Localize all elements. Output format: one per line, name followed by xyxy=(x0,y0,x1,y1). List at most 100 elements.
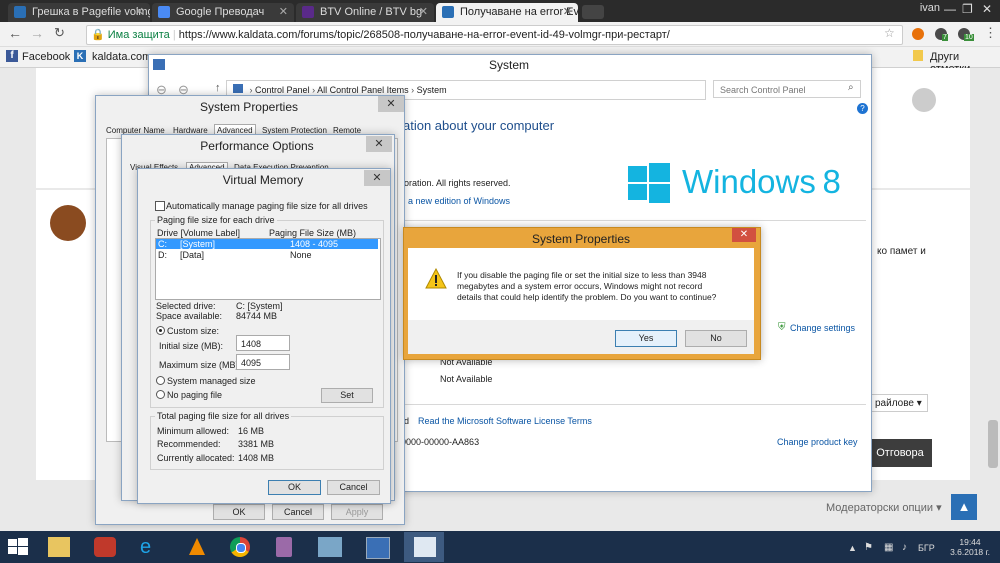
tab-3-label: BTV Online / BTV bg xyxy=(320,6,423,18)
volume-icon[interactable]: ♪ xyxy=(902,542,907,553)
scroll-top-button[interactable]: ▲ xyxy=(951,494,977,520)
avatar[interactable] xyxy=(50,205,86,241)
close-window-icon[interactable]: ✕ xyxy=(982,2,992,16)
windows-start-icon[interactable] xyxy=(8,538,28,556)
custom-size-radio[interactable] xyxy=(156,326,165,335)
recommended-label: Recommended: xyxy=(157,439,221,449)
secure-label: Има защита xyxy=(107,29,170,41)
section-divider xyxy=(396,220,866,221)
auto-manage-label: Automatically manage paging file size fo… xyxy=(166,201,368,211)
change-product-key-link[interactable]: Change product key xyxy=(777,437,858,447)
tab-2[interactable]: Google Преводач ✕ xyxy=(152,3,294,22)
yes-button[interactable]: Yes xyxy=(615,330,677,347)
tab-2-label: Google Преводач xyxy=(176,6,265,18)
tray-arrow-icon[interactable]: ▲ xyxy=(848,543,857,553)
post-text-fragment: ко памет и xyxy=(877,246,926,257)
language-indicator[interactable]: БГР xyxy=(918,543,935,553)
close-icon[interactable]: ✕ xyxy=(366,136,392,152)
kaldata-favicon-icon xyxy=(442,6,454,18)
no-paging-label: No paging file xyxy=(167,390,223,400)
close-icon[interactable]: ✕ xyxy=(378,96,404,112)
performance-options-title: Performance Options xyxy=(200,139,314,153)
star-icon[interactable]: ☆ xyxy=(884,26,895,40)
maximum-size-input[interactable]: 4095 xyxy=(236,354,290,370)
app-icon[interactable] xyxy=(276,537,292,557)
close-icon[interactable]: ✕ xyxy=(563,3,572,22)
cancel-button[interactable]: Cancel xyxy=(327,480,380,495)
attach-files-button[interactable]: райлове ▾ xyxy=(870,394,928,412)
search-input[interactable]: Search Control Panel xyxy=(713,80,861,98)
url-text: https://www.kaldata.com/forums/topic/268… xyxy=(178,29,670,41)
search-icon[interactable]: ⌕ xyxy=(848,82,854,93)
back-icon[interactable]: ← xyxy=(8,25,22,41)
group-label-total: Total paging file size for all drives xyxy=(155,411,292,421)
vlc-icon[interactable] xyxy=(186,537,208,557)
profile-name[interactable]: ivan xyxy=(920,2,940,14)
scrollbar-thumb[interactable] xyxy=(988,420,998,468)
menu-icon[interactable]: ⋮ xyxy=(984,25,997,41)
address-bar[interactable]: 🔒 Има защита | https://www.kaldata.com/f… xyxy=(86,25,903,45)
system-managed-radio[interactable] xyxy=(156,376,165,385)
like-icon[interactable] xyxy=(912,88,936,112)
bookmark-facebook[interactable]: Facebook xyxy=(22,51,70,63)
btv-favicon-icon xyxy=(302,6,314,18)
initial-size-input[interactable]: 1408 xyxy=(236,335,290,351)
apply-button[interactable]: Apply xyxy=(331,504,383,520)
flag-icon[interactable]: ⚑ xyxy=(864,542,873,553)
system-managed-label: System managed size xyxy=(167,376,256,386)
breadcrumb-item[interactable]: System xyxy=(417,85,447,95)
close-icon[interactable]: ✕ xyxy=(135,3,144,22)
tab-3[interactable]: BTV Online / BTV bg ✕ xyxy=(296,3,434,22)
alert-message-line: details that could help identify the pro… xyxy=(457,292,717,302)
clock-date: 3.6.2018 г. xyxy=(950,547,990,557)
cancel-button[interactable]: Cancel xyxy=(272,504,324,520)
auto-manage-checkbox[interactable] xyxy=(155,201,165,211)
tab-4-active[interactable]: Получаване на error Eve ✕ xyxy=(436,3,578,22)
drive-size: None xyxy=(290,250,312,260)
close-icon[interactable]: ✕ xyxy=(364,170,390,186)
network-icon[interactable]: ▦ xyxy=(884,542,893,553)
license-link[interactable]: Read the Microsoft Software License Term… xyxy=(418,416,592,426)
close-icon[interactable]: ✕ xyxy=(279,3,288,22)
extension-icon[interactable] xyxy=(912,28,924,40)
column-size: Paging File Size (MB) xyxy=(269,228,357,238)
breadcrumb-item[interactable]: Control Panel xyxy=(255,85,310,95)
folder-icon xyxy=(913,50,923,61)
up-icon[interactable]: ↑ xyxy=(215,82,221,94)
page-heading: ation about your computer xyxy=(403,118,555,133)
kaldata-icon: K xyxy=(74,50,86,62)
internet-explorer-icon[interactable]: e xyxy=(140,537,162,557)
no-paging-radio[interactable] xyxy=(156,390,165,399)
ok-button[interactable]: OK xyxy=(213,504,265,520)
maximize-icon[interactable]: ❐ xyxy=(962,2,973,16)
control-panel-icon[interactable] xyxy=(366,537,390,559)
close-icon[interactable]: ✕ xyxy=(732,228,756,242)
close-icon[interactable]: ✕ xyxy=(419,3,428,22)
app-icon[interactable] xyxy=(94,537,116,557)
drive-letter: C: xyxy=(158,239,167,249)
new-tab-button[interactable] xyxy=(582,5,604,19)
bookmark-kaldata[interactable]: kaldata.com xyxy=(92,51,151,63)
tab-1[interactable]: Грешка в Pagefile volmgr ✕ xyxy=(8,3,150,22)
clock[interactable]: 19:44 3.6.2018 г. xyxy=(948,537,992,557)
drive-label: [System] xyxy=(180,239,216,249)
reply-button[interactable]: Отговора xyxy=(868,439,932,467)
help-icon[interactable]: ? xyxy=(857,103,868,114)
minimum-allowed-value: 16 MB xyxy=(238,426,265,436)
app-icon[interactable] xyxy=(318,537,342,557)
no-button[interactable]: No xyxy=(685,330,747,347)
minimize-icon[interactable]: — xyxy=(944,2,956,16)
file-explorer-icon[interactable] xyxy=(48,537,70,557)
new-edition-link[interactable]: ith a new edition of Windows xyxy=(396,196,510,206)
initial-size-label: Initial size (MB): xyxy=(159,341,224,351)
set-button[interactable]: Set xyxy=(321,388,373,403)
ok-button[interactable]: OK xyxy=(268,480,321,495)
reload-icon[interactable]: ↻ xyxy=(54,25,65,41)
breadcrumb-item[interactable]: All Control Panel Items xyxy=(317,85,409,95)
forward-icon[interactable]: → xyxy=(30,25,44,41)
moderator-options[interactable]: Модераторски опции ▾ xyxy=(826,501,942,514)
control-panel-icon xyxy=(233,84,243,93)
change-settings-link[interactable]: Change settings xyxy=(790,323,855,333)
recommended-value: 3381 MB xyxy=(238,439,275,449)
chrome-icon[interactable] xyxy=(230,537,250,557)
